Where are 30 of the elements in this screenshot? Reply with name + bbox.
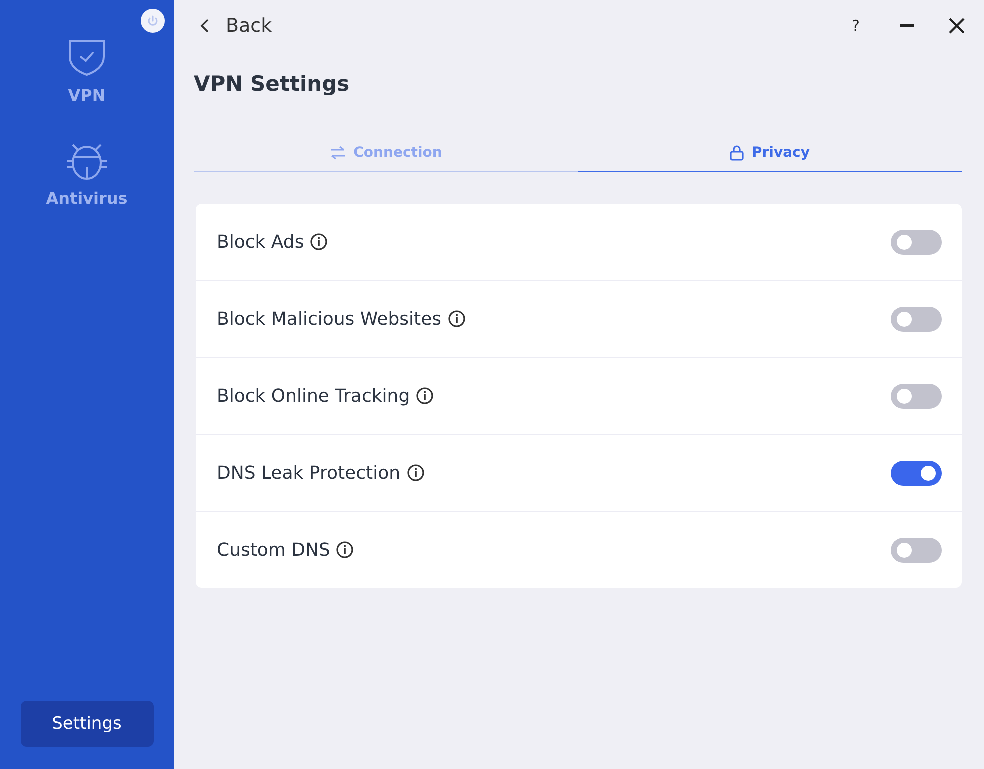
settings-button[interactable]: Settings bbox=[20, 701, 154, 747]
setting-label: Block Malicious Websites bbox=[217, 308, 442, 330]
lock-icon bbox=[730, 144, 744, 160]
setting-label: DNS Leak Protection bbox=[217, 462, 400, 484]
toggle-switch[interactable] bbox=[891, 384, 942, 408]
toggle-switch[interactable] bbox=[891, 460, 942, 486]
help-button[interactable]: ? bbox=[852, 17, 860, 35]
nav-item[interactable]: VPN bbox=[68, 86, 106, 105]
info-icon[interactable] bbox=[336, 541, 354, 559]
tab[interactable]: Connection bbox=[194, 134, 578, 172]
setting-label: Custom DNS bbox=[217, 540, 330, 560]
power-icon[interactable] bbox=[141, 9, 165, 33]
setting-label: Block Online Tracking bbox=[217, 386, 410, 406]
shield-icon[interactable] bbox=[67, 38, 107, 78]
toggle-switch[interactable] bbox=[891, 538, 942, 562]
minimize-icon[interactable] bbox=[900, 24, 914, 28]
setting-label: Block Ads bbox=[217, 232, 304, 252]
info-icon[interactable] bbox=[448, 310, 466, 328]
back-button[interactable]: Back bbox=[194, 15, 272, 37]
toggle-switch[interactable] bbox=[891, 230, 942, 254]
page-title: VPN Settings bbox=[194, 72, 351, 96]
info-icon[interactable] bbox=[416, 387, 434, 405]
close-icon[interactable] bbox=[948, 17, 966, 35]
nav-item[interactable]: Antivirus bbox=[46, 189, 128, 208]
toggle-switch[interactable] bbox=[891, 306, 942, 332]
info-icon[interactable] bbox=[310, 233, 328, 251]
chevron-left-icon bbox=[200, 18, 210, 34]
swap-arrows-icon bbox=[330, 146, 346, 160]
info-icon[interactable] bbox=[406, 464, 424, 482]
tab[interactable]: Privacy bbox=[578, 134, 962, 172]
